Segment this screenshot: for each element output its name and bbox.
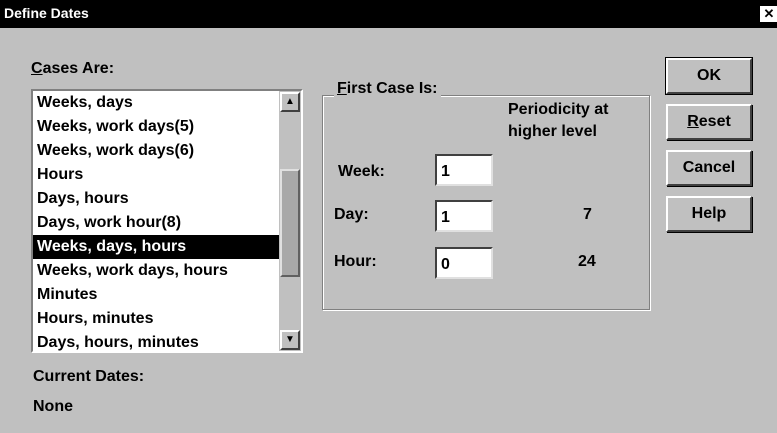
list-item[interactable]: Weeks, days, hours <box>33 235 281 259</box>
list-item[interactable]: Weeks, days <box>33 91 281 115</box>
hour-label: Hour: <box>334 253 377 270</box>
window-title: Define Dates <box>4 5 89 21</box>
reset-button[interactable]: Reset <box>666 104 752 140</box>
list-item[interactable]: Days, hours <box>33 187 281 211</box>
hour-periodicity-value: 24 <box>578 253 596 270</box>
list-item[interactable]: Weeks, work days(6) <box>33 139 281 163</box>
list-item[interactable]: Days, work hour(8) <box>33 211 281 235</box>
cases-listbox[interactable]: Weeks, days Weeks, work days(5) Weeks, wor… <box>31 89 303 353</box>
list-item[interactable]: Weeks, work days, hours <box>33 259 281 283</box>
current-dates-value: None <box>33 398 73 415</box>
day-label: Day: <box>334 206 369 223</box>
periodicity-heading-line1: Periodicity at <box>508 101 609 118</box>
cases-list: Weeks, days Weeks, work days(5) Weeks, wor… <box>33 91 281 351</box>
scroll-thumb[interactable] <box>280 169 300 277</box>
list-item[interactable]: Hours <box>33 163 281 187</box>
list-item[interactable]: Days, hours, minutes <box>33 331 281 351</box>
list-item[interactable]: Hours, minutes <box>33 307 281 331</box>
scroll-down-icon[interactable]: ▼ <box>280 330 300 350</box>
current-dates-label: Current Dates: <box>33 368 145 385</box>
cases-are-label: Cases Are: <box>31 60 115 77</box>
week-label: Week: <box>338 163 385 180</box>
list-scrollbar[interactable]: ▲ ▼ <box>279 91 301 351</box>
define-dates-dialog: Cases Are: Weeks, days Weeks, work days(5… <box>0 28 777 433</box>
week-field[interactable] <box>435 154 493 186</box>
day-periodicity-value: 7 <box>583 206 592 223</box>
list-item[interactable]: Weeks, work days(5) <box>33 115 281 139</box>
periodicity-heading-line2: higher level <box>508 123 597 140</box>
hour-field[interactable] <box>435 247 493 279</box>
title-bar: Define Dates ✕ <box>0 0 777 28</box>
day-field[interactable] <box>435 200 493 232</box>
first-case-title: First Case Is: <box>334 80 441 98</box>
ok-button[interactable]: OK <box>665 57 753 95</box>
scroll-up-icon[interactable]: ▲ <box>280 92 300 112</box>
help-button[interactable]: Help <box>666 196 752 232</box>
cancel-button[interactable]: Cancel <box>666 150 752 186</box>
close-icon[interactable]: ✕ <box>760 6 777 22</box>
list-item[interactable]: Minutes <box>33 283 281 307</box>
